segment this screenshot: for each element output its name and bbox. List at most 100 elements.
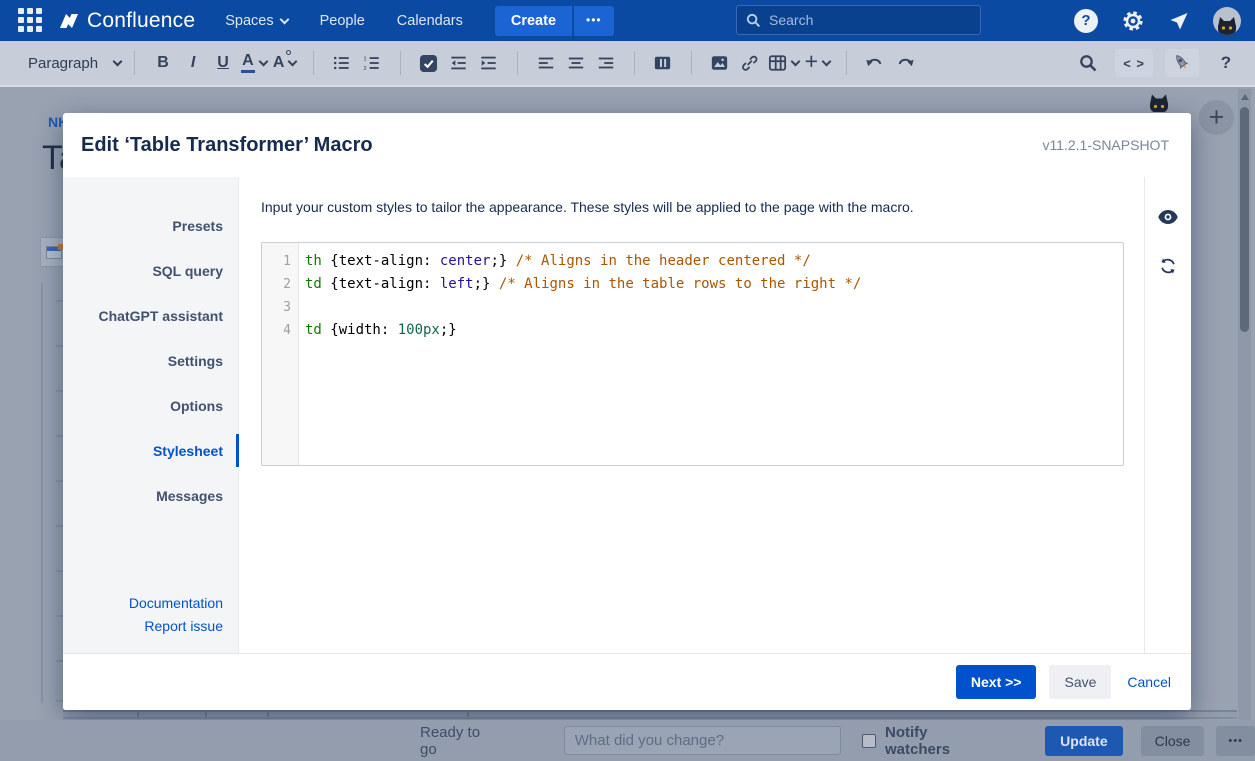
- editor-toolbar: Paragraph B I U A A 12 + < > ?: [0, 41, 1255, 87]
- insert-image-button[interactable]: [705, 47, 735, 79]
- confluence-logo[interactable]: Confluence: [58, 9, 195, 33]
- find-replace-button[interactable]: [1073, 47, 1103, 79]
- formatting-icon: A: [273, 50, 292, 72]
- more-formatting-dropdown[interactable]: A: [270, 47, 300, 79]
- nav-search[interactable]: [736, 5, 981, 35]
- sidebar-item-chatgpt-assistant[interactable]: ChatGPT assistant: [63, 293, 238, 338]
- editor-help-button[interactable]: ?: [1211, 47, 1241, 79]
- line-number: 4: [283, 323, 291, 338]
- sidebar-item-presets[interactable]: Presets: [63, 203, 238, 248]
- nav-item-calendars[interactable]: Calendars: [397, 13, 463, 29]
- sidebar-link-documentation[interactable]: Documentation: [63, 592, 223, 615]
- bold-button[interactable]: B: [148, 47, 178, 79]
- update-button[interactable]: Update: [1045, 725, 1123, 756]
- sidebar-item-messages[interactable]: Messages: [63, 473, 238, 518]
- bullet-list-button[interactable]: [327, 47, 357, 79]
- toolbar-divider: [633, 51, 635, 75]
- sidebar-item-sql-query[interactable]: SQL query: [63, 248, 238, 293]
- toolbar-divider: [399, 51, 401, 75]
- app-switcher-icon[interactable]: [18, 7, 44, 34]
- nav-right: ?: [1074, 6, 1241, 35]
- toolbar-divider: [690, 51, 692, 75]
- underline-button[interactable]: U: [208, 47, 238, 79]
- save-button[interactable]: Save: [1049, 665, 1112, 699]
- indent-button[interactable]: [474, 47, 504, 79]
- user-avatar[interactable]: [1213, 6, 1241, 35]
- dialog-right-rail: [1144, 177, 1191, 653]
- stylesheet-code-editor[interactable]: 1 2 3 4 th {text-align: center;} /* Aligns …: [261, 242, 1124, 466]
- settings-gear-icon[interactable]: [1121, 9, 1145, 33]
- inline-comment-plus-button[interactable]: +: [1199, 100, 1234, 135]
- nav-item-people[interactable]: People: [320, 13, 365, 29]
- scrollbar-up-arrow[interactable]: [1240, 94, 1249, 100]
- chevron-down-icon: [790, 56, 801, 67]
- create-more-button[interactable]: •••: [574, 5, 614, 36]
- sidebar-item-stylesheet[interactable]: Stylesheet: [63, 428, 239, 473]
- status-text: Ready to go: [420, 723, 481, 758]
- search-input[interactable]: [769, 12, 949, 28]
- page-layout-button[interactable]: [648, 47, 678, 79]
- redo-button[interactable]: [890, 47, 920, 79]
- cat-avatar-icon: [1218, 16, 1236, 35]
- notifications-icon[interactable]: [1168, 10, 1190, 32]
- scrollbar-thumb[interactable]: [1240, 107, 1249, 332]
- notify-watchers-checkbox[interactable]: [862, 733, 877, 748]
- numbered-list-button[interactable]: 12: [357, 47, 387, 79]
- line-number: 3: [283, 300, 291, 315]
- cancel-button[interactable]: Cancel: [1127, 674, 1171, 690]
- help-icon[interactable]: ?: [1074, 8, 1098, 33]
- align-right-button[interactable]: [591, 47, 621, 79]
- toolbar-divider: [312, 51, 314, 75]
- change-comment-input[interactable]: [563, 726, 842, 755]
- sidebar-item-settings[interactable]: Settings: [63, 338, 238, 383]
- chevron-down-icon: [279, 14, 290, 24]
- svg-text:1: 1: [364, 56, 367, 62]
- confluence-logo-icon: [60, 13, 78, 28]
- bottom-more-button[interactable]: •••: [1216, 725, 1255, 756]
- chevron-down-icon: [287, 56, 298, 67]
- next-button[interactable]: Next >>: [955, 665, 1037, 699]
- insert-more-dropdown[interactable]: +: [802, 47, 833, 79]
- editor-code[interactable]: th {text-align: center;} /* Aligns in th…: [299, 243, 1123, 465]
- plus-icon: +: [804, 48, 819, 74]
- text-style-dropdown[interactable]: Paragraph: [28, 55, 123, 72]
- confluence-app: Confluence Spaces People Calendars Creat…: [0, 0, 1255, 761]
- preview-eye-button[interactable]: [1153, 201, 1183, 233]
- line-number: 2: [283, 277, 291, 292]
- undo-button[interactable]: [860, 47, 890, 79]
- cat-peek-icon: [1150, 94, 1168, 112]
- code-line[interactable]: [305, 296, 1123, 319]
- macro-edit-dialog: Edit ‘Table Transformer’ Macro v11.2.1-S…: [63, 113, 1191, 710]
- create-button[interactable]: Create: [494, 5, 573, 36]
- insert-table-dropdown[interactable]: [765, 47, 802, 79]
- nav-item-spaces[interactable]: Spaces: [225, 13, 290, 29]
- line-number: 1: [283, 254, 291, 269]
- notify-watchers-label: Notify watchers: [885, 723, 951, 758]
- close-button[interactable]: Close: [1140, 725, 1205, 756]
- code-line[interactable]: th {text-align: center;} /* Aligns in th…: [305, 250, 1123, 273]
- sidebar-link-report-issue[interactable]: Report issue: [63, 615, 223, 638]
- toolbar-right: < > ?: [1073, 47, 1241, 79]
- svg-text:2: 2: [364, 66, 367, 72]
- sidebar-item-options[interactable]: Options: [63, 383, 238, 428]
- refresh-icon: [1161, 258, 1175, 274]
- italic-button[interactable]: I: [178, 47, 208, 79]
- nav-menu: Spaces People Calendars: [225, 13, 463, 29]
- dialog-body: Presets SQL query ChatGPT assistant Setting…: [63, 177, 1191, 653]
- code-line[interactable]: td {text-align: left;} /* Aligns in the …: [305, 273, 1123, 296]
- refresh-button[interactable]: [1153, 250, 1183, 282]
- source-editor-button[interactable]: < >: [1115, 49, 1153, 77]
- dialog-version: v11.2.1-SNAPSHOT: [1042, 137, 1169, 153]
- align-center-button[interactable]: [561, 47, 591, 79]
- rocket-button[interactable]: [1165, 49, 1199, 77]
- outdent-button[interactable]: [444, 47, 474, 79]
- page-scrollbar[interactable]: [1238, 89, 1251, 720]
- search-icon: [746, 13, 761, 27]
- bottom-bar: Ready to go Notify watchers Update Close…: [0, 720, 1255, 761]
- task-list-button[interactable]: [414, 47, 444, 79]
- insert-link-button[interactable]: [735, 47, 765, 79]
- align-left-button[interactable]: [531, 47, 561, 79]
- toolbar-divider: [846, 51, 848, 75]
- text-color-dropdown[interactable]: A: [238, 47, 270, 79]
- code-line[interactable]: td {width: 100px;}: [305, 319, 1123, 342]
